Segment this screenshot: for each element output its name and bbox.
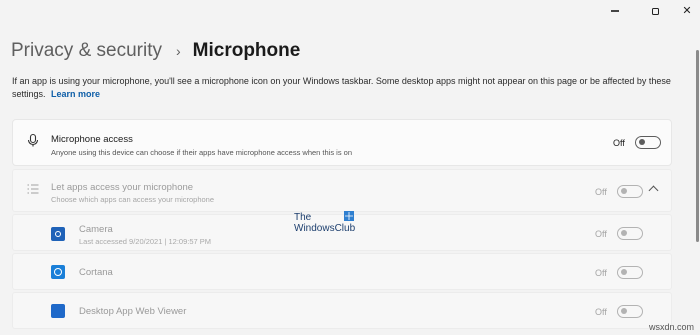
app-name: Cortana [79,267,113,278]
title-bar: ✕ [0,0,700,22]
toggle-knob [621,308,627,315]
breadcrumb-parent[interactable]: Privacy & security [11,40,162,62]
apps-access-toggle[interactable] [617,185,643,198]
maximize-icon [651,7,659,15]
maximize-button[interactable] [648,4,662,18]
apps-access-setting[interactable]: Let apps access your microphone Choose w… [12,169,672,212]
breadcrumb: Privacy & security › Microphone [11,38,300,64]
cortana-toggle[interactable] [617,266,643,279]
webview-toggle[interactable] [617,305,643,318]
microphone-access-setting[interactable]: Microphone access Anyone using this devi… [12,119,672,166]
app-state: Off [595,229,607,239]
camera-icon [51,227,65,241]
learn-more-link[interactable]: Learn more [51,89,100,99]
webview-icon [51,304,65,318]
chevron-up-icon[interactable] [648,185,659,196]
site-watermark: wsxdn.com [648,322,694,332]
microphone-access-state: Off [613,138,625,148]
scrollbar-thumb[interactable] [696,50,699,242]
app-last-accessed: Last accessed 9/20/2021 | 12:09:57 PM [79,237,212,246]
toggle-knob [621,230,627,237]
close-icon: ✕ [682,4,692,17]
breadcrumb-separator-icon: › [175,43,181,59]
app-name: Camera [79,224,113,235]
watermark-logo-icon [344,211,354,221]
close-button[interactable]: ✕ [680,4,694,18]
cortana-icon [51,265,65,279]
apps-access-subtitle: Choose which apps can access your microp… [51,195,215,204]
microphone-access-subtitle: Anyone using this device can choose if t… [51,148,353,157]
microphone-access-title: Microphone access [51,134,133,145]
app-state: Off [595,307,607,317]
description-text: If an app is using your microphone, you'… [12,76,671,99]
microphone-access-toggle[interactable] [635,136,661,149]
scrollbar[interactable] [695,22,700,242]
apps-access-state: Off [595,187,607,197]
app-row-cortana: Cortana Off [12,253,672,290]
app-state: Off [595,268,607,278]
toggle-knob [639,139,645,146]
minimize-icon [611,10,619,12]
microphone-icon [27,133,39,152]
toggle-knob [621,269,627,276]
minimize-button[interactable] [608,4,622,18]
toggle-knob [621,188,627,195]
app-permissions-group: Let apps access your microphone Choose w… [12,169,672,331]
app-name: Desktop App Web Viewer [79,306,187,317]
apps-access-title: Let apps access your microphone [51,182,194,193]
camera-toggle[interactable] [617,227,643,240]
list-icon [27,182,39,200]
page-description: If an app is using your microphone, you'… [12,75,692,100]
page-title: Microphone [192,40,301,61]
watermark-line-2: WindowsClub [294,223,356,234]
app-row-desktop-web-viewer: Desktop App Web Viewer Off [12,292,672,329]
